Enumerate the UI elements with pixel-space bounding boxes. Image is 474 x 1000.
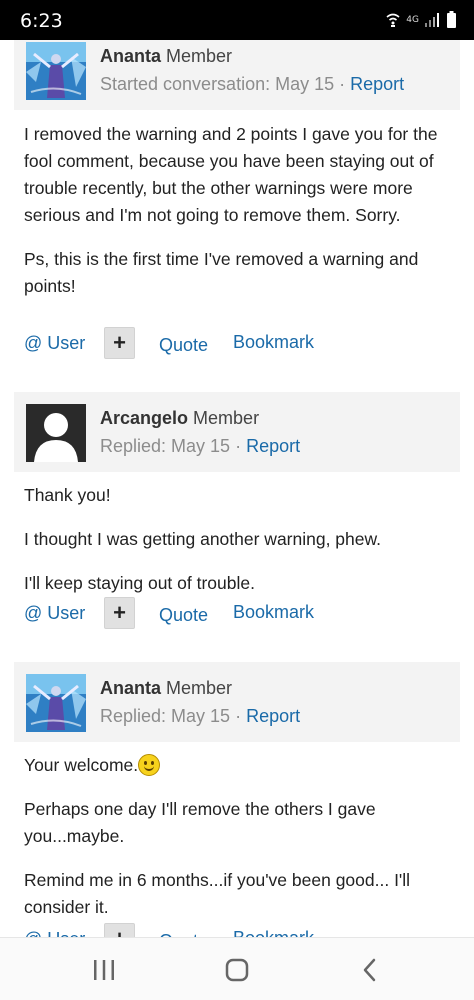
post-actions: @ User + Quote Bookmark bbox=[24, 597, 454, 631]
post-text: Your welcome. bbox=[24, 755, 139, 775]
bookmark-button[interactable]: Bookmark bbox=[233, 332, 314, 353]
post-paragraph: I'll keep staying out of trouble. bbox=[24, 573, 255, 593]
post-date: Replied: May 15 · bbox=[100, 706, 247, 726]
quote-button[interactable]: Quote bbox=[159, 335, 208, 356]
report-link[interactable]: Report bbox=[246, 436, 300, 456]
post-paragraph: Remind me in 6 months...if you've been g… bbox=[24, 870, 411, 917]
conversation-thread: Ananta Member Started conversation: May … bbox=[0, 40, 474, 937]
post-paragraph: Ps, this is the first time I've removed … bbox=[24, 249, 419, 296]
network-label: 4G bbox=[406, 14, 419, 25]
report-link[interactable]: Report bbox=[350, 74, 404, 94]
post-paragraph: I thought I was getting another warning,… bbox=[24, 529, 382, 549]
post-paragraph: Your welcome. bbox=[24, 752, 454, 779]
post-header: Ananta Member Started conversation: May … bbox=[14, 40, 460, 110]
post-header: Ananta Member Replied: May 15 · Report bbox=[14, 662, 460, 742]
author-name[interactable]: Ananta bbox=[100, 46, 161, 66]
post-body: Your welcome. Perhaps one day I'll remov… bbox=[24, 752, 454, 937]
plus-button[interactable]: + bbox=[104, 923, 135, 937]
post-actions: @ User + Quote Bookmark bbox=[24, 923, 454, 937]
battery-icon bbox=[447, 11, 456, 28]
quote-button[interactable]: Quote bbox=[159, 605, 208, 626]
user-mention-button[interactable]: @ User bbox=[24, 603, 85, 624]
report-link[interactable]: Report bbox=[246, 706, 300, 726]
author-name[interactable]: Arcangelo bbox=[100, 408, 188, 428]
post-body: I removed the warning and 2 points I gav… bbox=[24, 121, 454, 317]
post-header: Arcangelo Member Replied: May 15 · Repor… bbox=[14, 392, 460, 472]
author-role: Member bbox=[193, 408, 260, 428]
avatar[interactable] bbox=[26, 674, 86, 732]
plus-button[interactable]: + bbox=[104, 597, 135, 629]
post-meta: Replied: May 15 · Report bbox=[100, 436, 300, 457]
smiley-emoji-icon bbox=[138, 754, 161, 776]
home-button[interactable] bbox=[217, 950, 257, 990]
back-icon bbox=[363, 958, 376, 982]
bookmark-button[interactable]: Bookmark bbox=[233, 928, 314, 937]
author-role: Member bbox=[166, 46, 233, 66]
author-name[interactable]: Ananta bbox=[100, 678, 161, 698]
author-line: Ananta Member bbox=[100, 678, 232, 699]
recent-apps-icon bbox=[94, 960, 114, 980]
post-date: Started conversation: May 15 · bbox=[100, 74, 351, 94]
wifi-calling-icon bbox=[386, 13, 400, 27]
user-mention-button[interactable]: @ User bbox=[24, 333, 85, 354]
bookmark-button[interactable]: Bookmark bbox=[233, 602, 314, 623]
status-icons: 4G bbox=[386, 11, 456, 28]
status-bar: 6:23 4G bbox=[0, 0, 474, 40]
author-line: Arcangelo Member bbox=[100, 408, 259, 429]
ananta-avatar-image bbox=[26, 42, 86, 100]
post-paragraph: I removed the warning and 2 points I gav… bbox=[24, 124, 438, 225]
avatar[interactable] bbox=[26, 42, 86, 100]
post-paragraph: Thank you! bbox=[24, 485, 111, 505]
post-body: Thank you! I thought I was getting anoth… bbox=[24, 482, 454, 614]
author-role: Member bbox=[166, 678, 233, 698]
post-paragraph: Perhaps one day I'll remove the others I… bbox=[24, 799, 376, 846]
plus-button[interactable]: + bbox=[104, 327, 135, 359]
post-actions: @ User + Quote Bookmark bbox=[24, 327, 454, 361]
home-icon bbox=[225, 958, 249, 982]
default-user-avatar bbox=[26, 404, 86, 462]
post-date: Replied: May 15 · bbox=[100, 436, 247, 456]
post-meta: Replied: May 15 · Report bbox=[100, 706, 300, 727]
author-line: Ananta Member bbox=[100, 46, 232, 67]
recent-apps-button[interactable] bbox=[84, 950, 124, 990]
ananta-avatar-image bbox=[26, 674, 86, 732]
navigation-bar bbox=[0, 937, 474, 1000]
signal-icon bbox=[425, 12, 439, 27]
status-time: 6:23 bbox=[20, 10, 63, 32]
user-mention-button[interactable]: @ User bbox=[24, 929, 85, 937]
avatar[interactable] bbox=[26, 404, 86, 462]
post-meta: Started conversation: May 15 · Report bbox=[100, 74, 404, 95]
back-button[interactable] bbox=[350, 950, 390, 990]
